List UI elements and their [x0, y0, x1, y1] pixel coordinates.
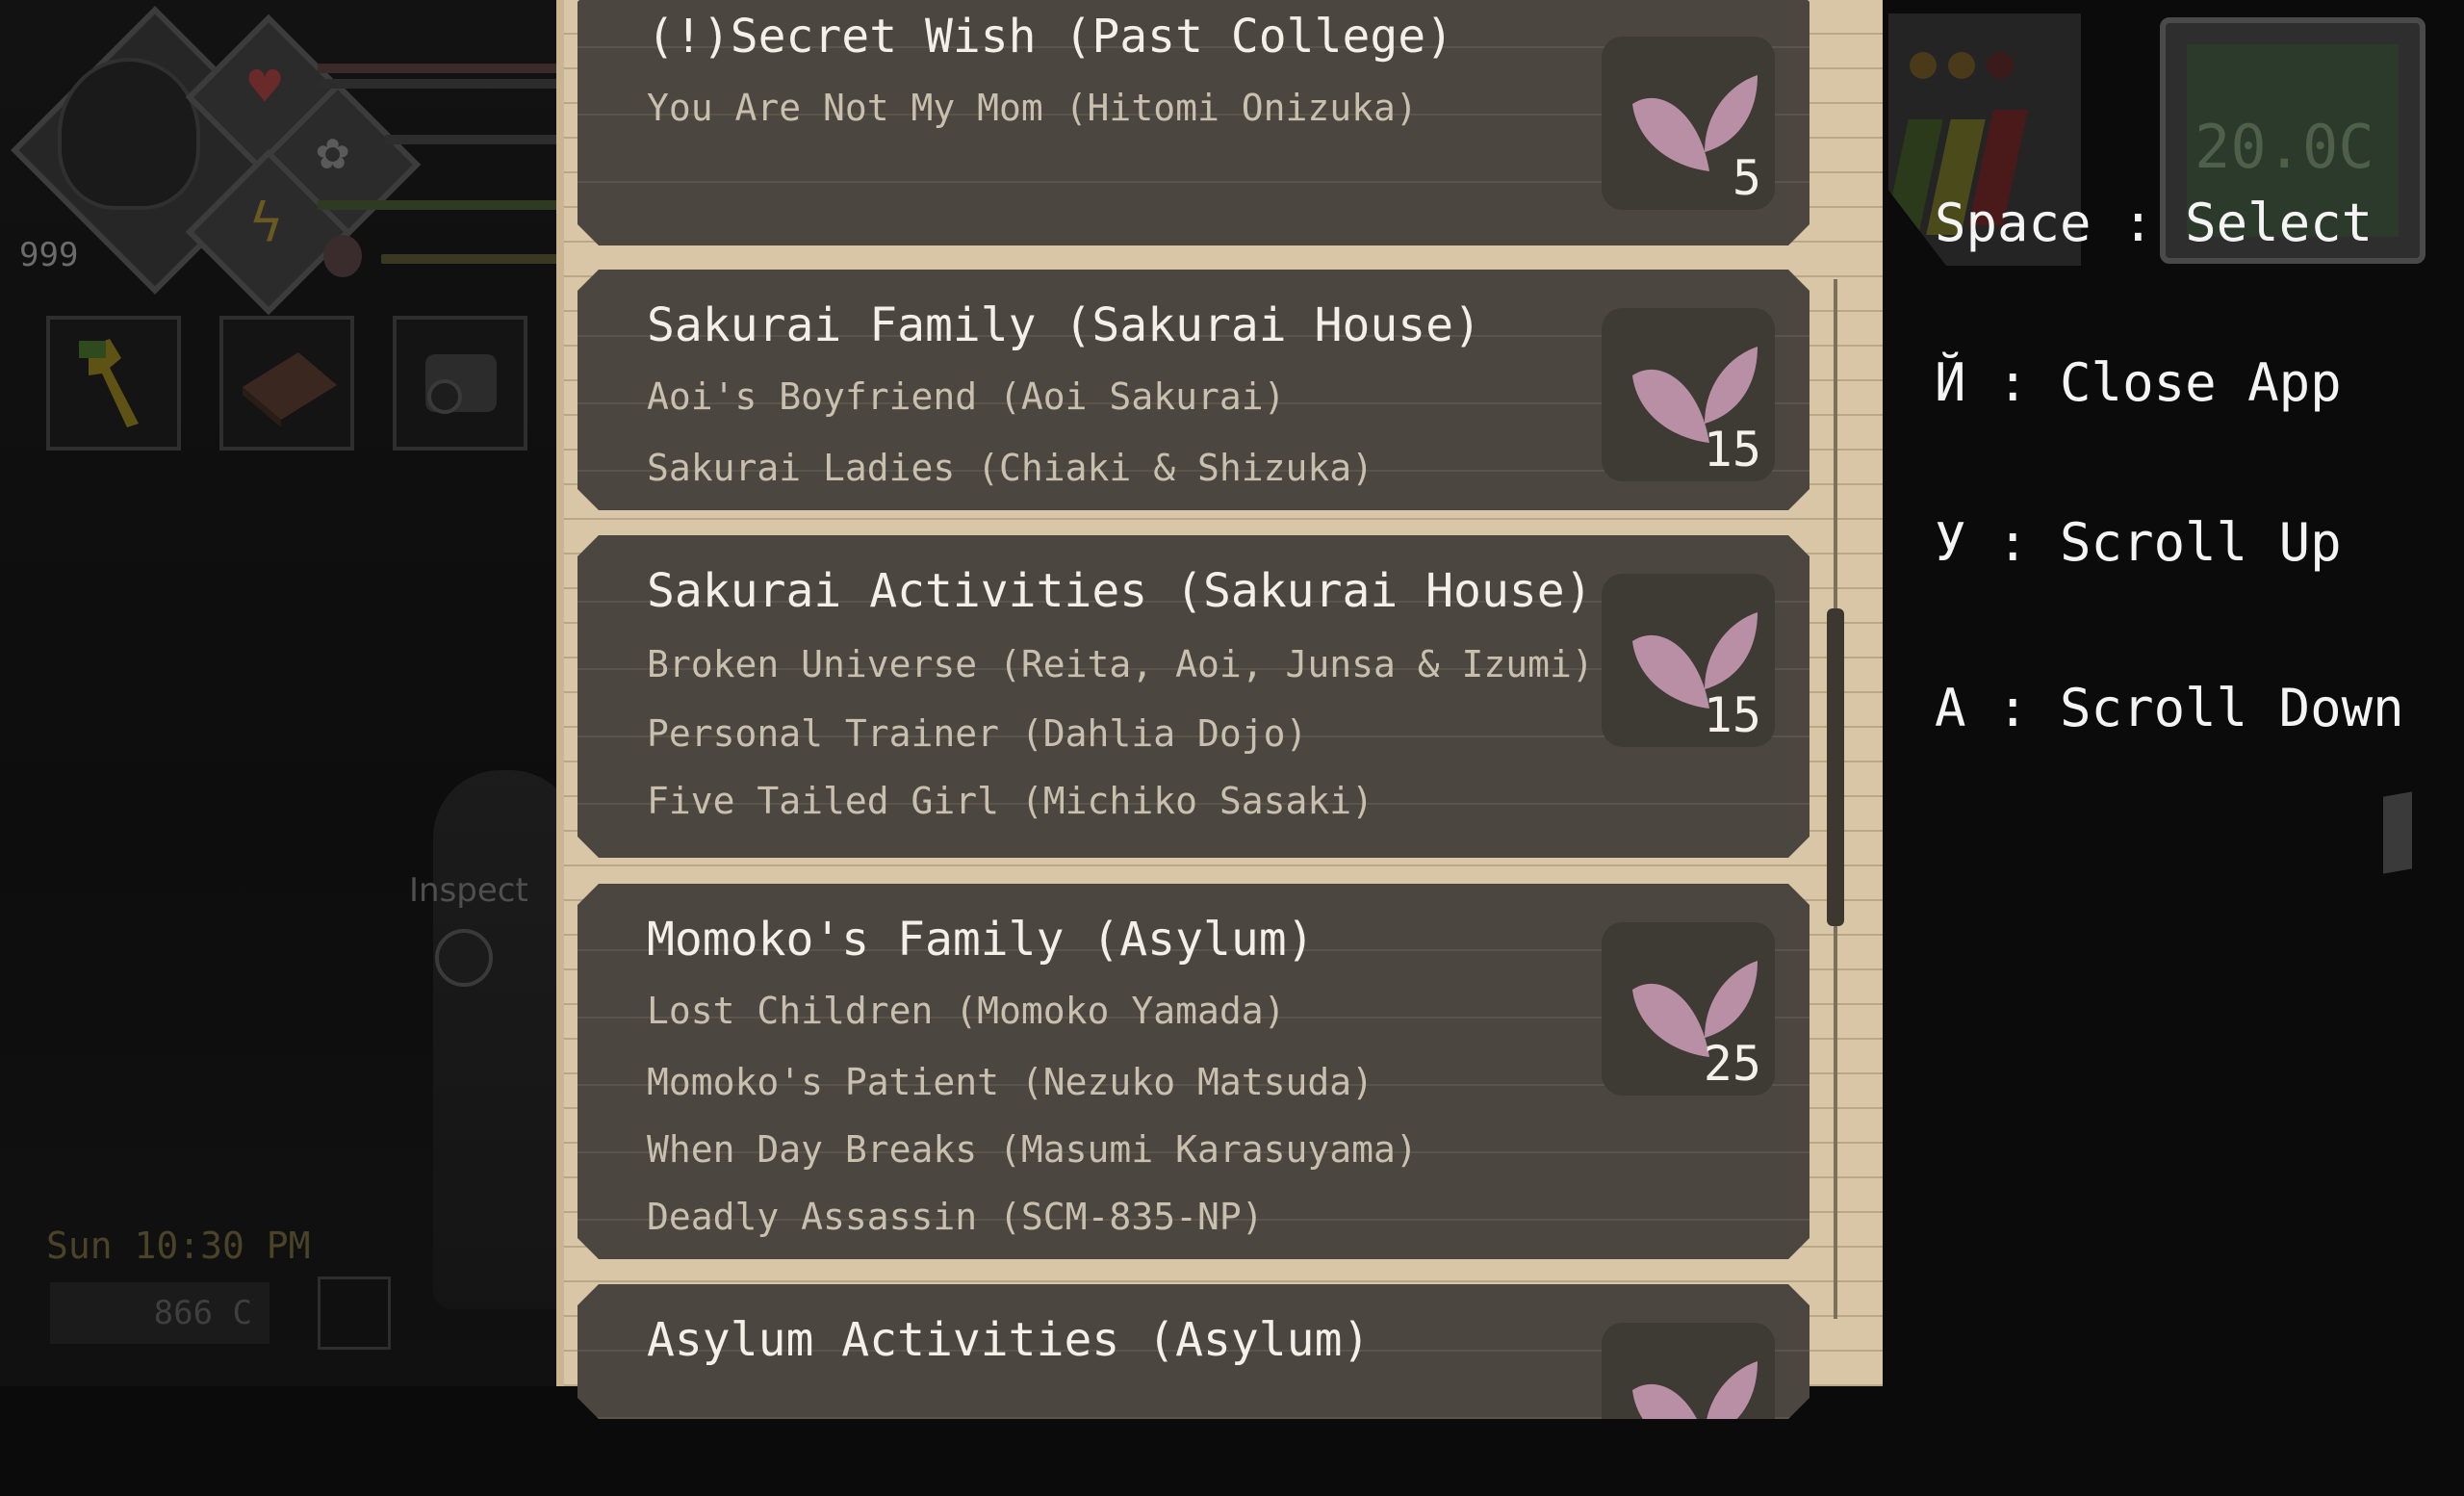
player-level: 999	[19, 236, 79, 274]
quest-group-title: Sakurai Family (Sakurai House)	[647, 298, 1481, 352]
quest-group-card[interactable]: (!)Secret Wish (Past College) You Are Not…	[578, 0, 1810, 245]
money-display: 866 C	[50, 1282, 270, 1344]
quest-item[interactable]: Personal Trainer (Dahlia Dojo)	[647, 712, 1307, 755]
left-hud: ♥ ✿ ϟ 999 Inspect Sun 10:30 PM 866 C	[0, 0, 578, 1386]
quest-item[interactable]: You Are Not My Mom (Hitomi Onizuka)	[647, 87, 1418, 129]
reward-count: 15	[1703, 687, 1761, 743]
control-scroll-up: У : Scroll Up	[1935, 512, 2342, 573]
game-clock: Sun 10:30 PM	[46, 1225, 311, 1267]
meter-light-3	[1987, 52, 2014, 79]
reward-count: 15	[1703, 422, 1761, 477]
leaf-reward-icon	[1613, 1332, 1767, 1486]
inventory-slot-2[interactable]	[219, 316, 354, 451]
thermometer-reading: 20.0C	[2194, 112, 2374, 182]
energy-bar	[318, 200, 558, 210]
quest-item[interactable]: Broken Universe (Reita, Aoi, Junsa & Izu…	[647, 643, 1594, 685]
inventory-slot-1[interactable]	[46, 316, 181, 451]
inventory-slot-3[interactable]	[393, 316, 527, 451]
panel-edge	[556, 0, 564, 1386]
quest-group-title: Asylum Activities (Asylum)	[647, 1313, 1371, 1367]
quick-slot[interactable]	[318, 1277, 391, 1350]
quest-item[interactable]: Lost Children (Momoko Yamada)	[647, 990, 1285, 1032]
quest-item[interactable]: Momoko's Patient (Nezuko Matsuda)	[647, 1061, 1373, 1103]
social-bar	[385, 135, 558, 144]
health-bar-fill	[318, 79, 558, 89]
reward-count: 5	[1732, 150, 1761, 206]
reward-badge: 15	[1602, 574, 1775, 747]
quest-group-card[interactable]: Sakurai Activities (Sakurai House) Broken…	[578, 535, 1810, 858]
book-icon	[243, 352, 337, 427]
xp-bar	[381, 254, 558, 264]
health-bar	[318, 64, 558, 73]
control-scroll-down: A : Scroll Down	[1935, 678, 2404, 738]
control-select: Space : Select	[1935, 193, 2374, 253]
control-close-app: Й : Close App	[1935, 352, 2342, 413]
quest-item[interactable]: Aoi's Boyfriend (Aoi Sakurai)	[647, 375, 1285, 418]
quest-group-title: Momoko's Family (Asylum)	[647, 913, 1315, 967]
quest-group-card[interactable]: Asylum Activities (Asylum)	[578, 1284, 1810, 1419]
quest-group-card[interactable]: Sakurai Family (Sakurai House) Aoi's Boyf…	[578, 270, 1810, 510]
paw-icon: ✿	[316, 118, 349, 182]
meter-light-2	[1948, 52, 1975, 79]
quest-group-card[interactable]: Momoko's Family (Asylum) Lost Children (M…	[578, 884, 1810, 1259]
quest-group-title: (!)Secret Wish (Past College)	[647, 10, 1454, 64]
heart-icon: ♥	[248, 56, 281, 119]
player-portrait	[58, 58, 200, 210]
companion-avatar	[323, 235, 362, 277]
quest-item[interactable]: Deadly Assassin (SCM-835-NP)	[647, 1196, 1264, 1238]
reward-badge	[1602, 1323, 1775, 1496]
quest-group-title: Sakurai Activities (Sakurai House)	[647, 564, 1593, 618]
inspect-button[interactable]	[435, 929, 493, 987]
scrollbar-thumb[interactable]	[1827, 608, 1844, 926]
quest-item[interactable]: Sakurai Ladies (Chiaki & Shizuka)	[647, 447, 1373, 489]
reward-count: 25	[1703, 1036, 1761, 1092]
inspect-label: Inspect	[409, 871, 528, 910]
scroll-tab-icon	[2383, 791, 2412, 874]
quest-item[interactable]: Five Tailed Girl (Michiko Sasaki)	[647, 780, 1373, 822]
wrench-icon	[79, 339, 139, 427]
reward-badge: 5	[1602, 37, 1775, 210]
camera-icon	[425, 354, 497, 414]
bolt-icon: ϟ	[249, 192, 283, 255]
meter-light-1	[1910, 52, 1937, 79]
reward-badge: 15	[1602, 308, 1775, 481]
reward-badge: 25	[1602, 922, 1775, 1096]
quest-item[interactable]: When Day Breaks (Masumi Karasuyama)	[647, 1128, 1418, 1171]
